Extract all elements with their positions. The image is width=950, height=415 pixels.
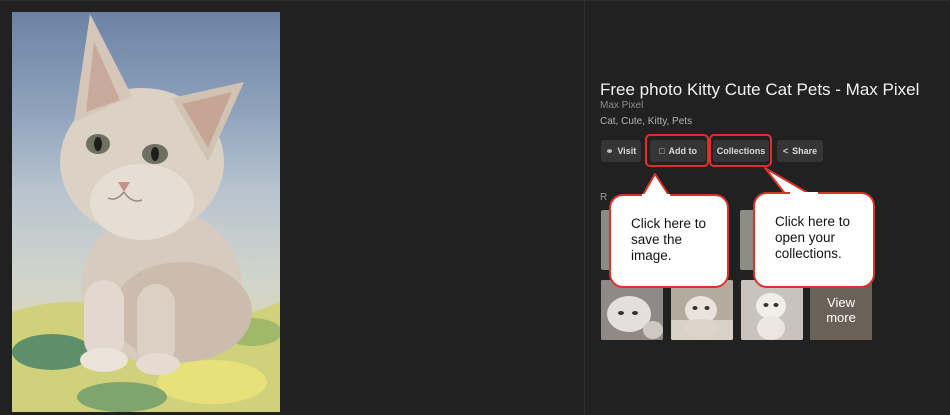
callout-join	[642, 194, 670, 197]
callout-join	[790, 192, 818, 195]
collections-callout-box: Click here to open your collections.	[753, 192, 875, 288]
add-to-callout-text: Click here to save the image.	[631, 216, 707, 263]
add-to-callout-box: Click here to save the image.	[609, 194, 729, 288]
collections-callout-text: Click here to open your collections.	[775, 214, 851, 261]
